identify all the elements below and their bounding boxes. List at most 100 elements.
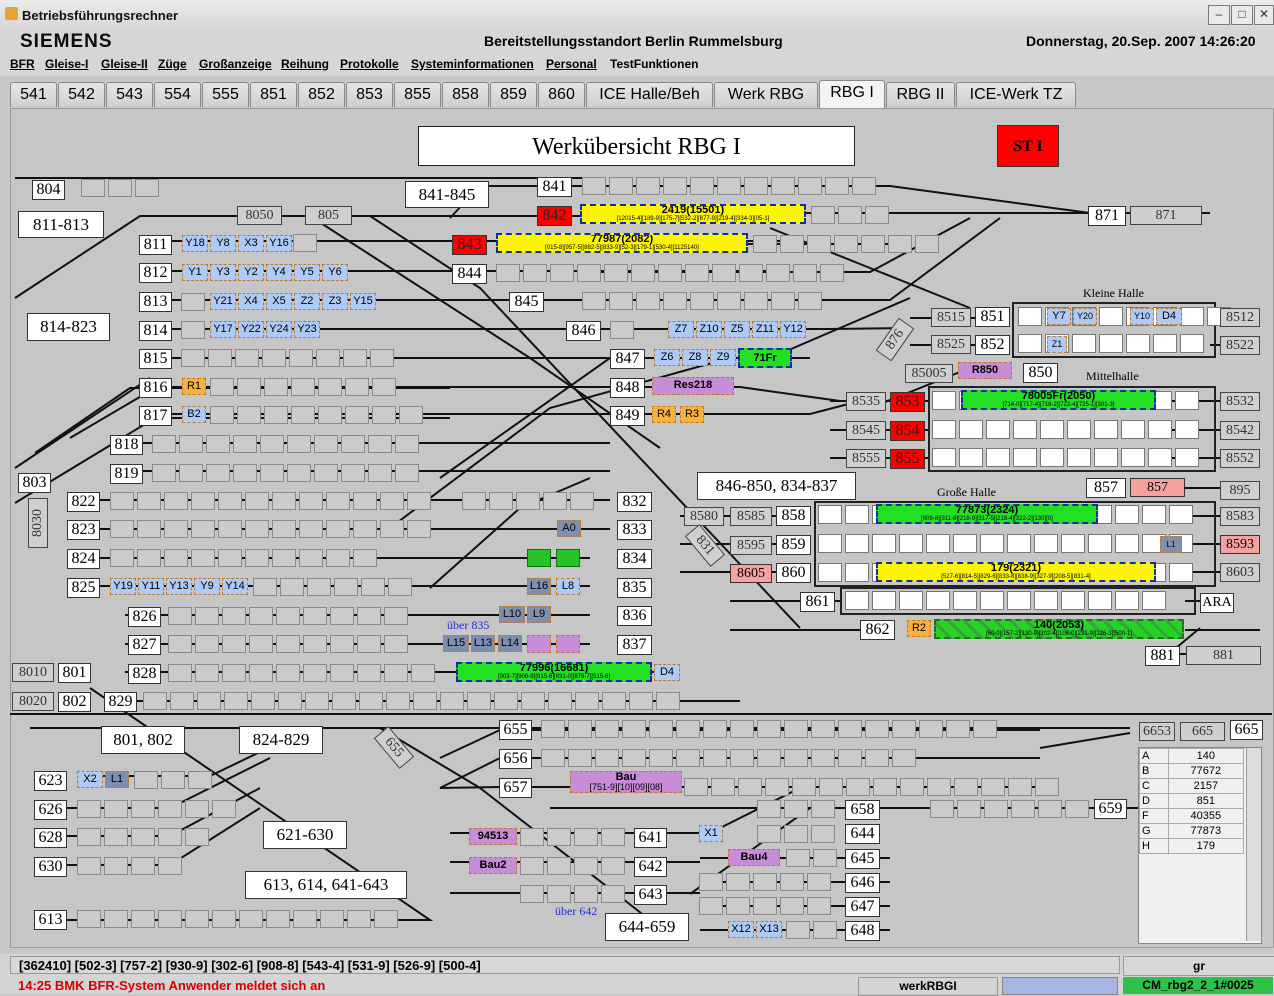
track-819[interactable]: 819 — [110, 464, 143, 484]
track-656[interactable]: 656 — [499, 749, 532, 769]
track-811[interactable]: 811 — [139, 235, 172, 255]
track-861[interactable]: 861 — [800, 592, 835, 612]
vehicle-y5[interactable]: Y5 — [294, 264, 320, 281]
track-643[interactable]: 643 — [634, 885, 667, 905]
vehicle-b2[interactable]: B2 — [182, 406, 206, 423]
vehicle-y16[interactable]: Y16 — [266, 235, 292, 252]
legend-row[interactable]: B 77672 — [1139, 763, 1245, 779]
vehicle-y20[interactable]: Y20 — [1073, 308, 1097, 325]
tab-542[interactable]: 542 — [58, 82, 105, 107]
signal-8552[interactable]: 8552 — [1220, 449, 1260, 468]
tab-rbg-2[interactable]: RBG II — [886, 82, 955, 107]
signal-8020[interactable]: 8020 — [12, 692, 54, 711]
track-648[interactable]: 648 — [845, 921, 880, 941]
track-835[interactable]: 835 — [617, 578, 652, 598]
group-846-850[interactable]: 846-850, 834-837 — [697, 472, 856, 500]
tab-860[interactable]: 860 — [538, 82, 585, 107]
vehicle-r1[interactable]: R1 — [182, 378, 206, 395]
track-849[interactable]: 849 — [610, 406, 645, 426]
track-804[interactable]: 804 — [32, 180, 65, 200]
menu-gleise-1[interactable]: Gleise-I — [45, 57, 88, 71]
signal-8535[interactable]: 8535 — [846, 392, 886, 411]
track-853[interactable]: 853 — [890, 392, 925, 412]
track-859[interactable]: 859 — [776, 535, 811, 555]
signal-8050[interactable]: 8050 — [237, 206, 282, 225]
track-645[interactable]: 645 — [845, 849, 880, 869]
vehicle-x12[interactable]: X12 — [728, 921, 754, 938]
vehicle-l13[interactable]: L13 — [471, 635, 495, 652]
vehicle-y3[interactable]: Y3 — [210, 264, 236, 281]
vehicle-z8[interactable]: Z8 — [682, 349, 708, 366]
vehicle-z11[interactable]: Z11 — [752, 321, 778, 338]
vehicle-d4[interactable]: D4 — [654, 664, 680, 681]
tab-ice-werk-tz[interactable]: ICE-Werk TZ — [956, 82, 1076, 107]
close-button[interactable]: ✕ — [1254, 5, 1274, 25]
signal-8030[interactable]: 8030 — [28, 498, 48, 548]
signal-8512[interactable]: 8512 — [1220, 308, 1260, 327]
track-847[interactable]: 847 — [610, 349, 645, 369]
vehicle-r2[interactable]: R2 — [907, 620, 931, 637]
vehicle-y15[interactable]: Y15 — [350, 293, 376, 310]
tab-858[interactable]: 858 — [442, 82, 489, 107]
signal-665[interactable]: 665 — [1180, 722, 1225, 741]
track-815[interactable]: 815 — [139, 349, 172, 369]
track-845[interactable]: 845 — [509, 292, 544, 312]
vehicle-x4[interactable]: X4 — [238, 293, 264, 310]
track-813[interactable]: 813 — [139, 292, 172, 312]
menu-grossanzeige[interactable]: Großanzeige — [199, 57, 272, 71]
track-623[interactable]: 623 — [34, 771, 67, 791]
vehicle-green-2[interactable] — [556, 549, 580, 567]
train-71fr[interactable]: 71Fr — [738, 348, 792, 368]
tab-541[interactable]: 541 — [10, 82, 57, 107]
signal-8595[interactable]: 8595 — [730, 536, 772, 555]
track-613[interactable]: 613 — [34, 910, 67, 930]
tab-855[interactable]: 855 — [394, 82, 441, 107]
track-824[interactable]: 824 — [67, 549, 100, 569]
train-77987[interactable]: 77987(2082) [015-8][957-5][882-5][833-9][… — [496, 233, 748, 253]
track-826[interactable]: 826 — [128, 607, 161, 627]
track-817[interactable]: 817 — [139, 406, 172, 426]
track-802[interactable]: 802 — [58, 692, 91, 712]
vehicle-z3[interactable]: Z3 — [322, 293, 348, 310]
track-665[interactable]: 665 — [1230, 720, 1263, 740]
legend-row[interactable]: A 140 — [1139, 748, 1245, 764]
track-658[interactable]: 658 — [845, 800, 880, 820]
vehicle-z9[interactable]: Z9 — [710, 349, 736, 366]
tab-543[interactable]: 543 — [106, 82, 153, 107]
menu-gleise-2[interactable]: Gleise-II — [101, 57, 148, 71]
vehicle-r3[interactable]: R3 — [680, 406, 704, 423]
vehicle-y10[interactable]: Y10 — [1130, 308, 1154, 325]
vehicle-bau[interactable]: Bau [751-9][10][09][08] — [570, 771, 682, 793]
vehicle-z6[interactable]: Z6 — [654, 349, 680, 366]
track-822[interactable]: 822 — [67, 492, 100, 512]
signal-8555[interactable]: 8555 — [846, 449, 886, 468]
vehicle-y22[interactable]: Y22 — [238, 321, 264, 338]
vehicle-y6[interactable]: Y6 — [322, 264, 348, 281]
track-837[interactable]: 837 — [617, 635, 652, 655]
legend-row[interactable]: H 179 — [1139, 838, 1245, 854]
train-77873[interactable]: 77873(2324) [609-8][311-8][218-9][317-5][… — [876, 504, 1098, 524]
maximize-button[interactable]: □ — [1231, 5, 1253, 25]
train-179[interactable]: 179(2321) [527-6][814-5][829-6][833-8][83… — [876, 562, 1156, 582]
signal-8580[interactable]: 8580 — [684, 507, 724, 526]
tab-ice-halle[interactable]: ICE Halle/Beh — [586, 82, 713, 107]
vehicle-y14[interactable]: Y14 — [222, 578, 248, 595]
track-833[interactable]: 833 — [617, 520, 652, 540]
tab-rbg-1[interactable]: RBG I — [819, 80, 885, 108]
st-button[interactable]: ST I — [997, 125, 1059, 167]
vehicle-l16[interactable]: L16 — [527, 578, 551, 595]
group-801-802[interactable]: 801, 802 — [101, 726, 185, 754]
vehicle-bau2[interactable]: Bau2 — [469, 857, 517, 874]
signal-8522[interactable]: 8522 — [1220, 336, 1260, 355]
track-858[interactable]: 858 — [776, 506, 811, 526]
menu-reihung[interactable]: Reihung — [281, 57, 329, 71]
track-646[interactable]: 646 — [845, 873, 880, 893]
group-841-845[interactable]: 841-845 — [405, 181, 489, 208]
track-843[interactable]: 843 — [452, 235, 487, 255]
track-626[interactable]: 626 — [34, 800, 67, 820]
track-841[interactable]: 841 — [537, 177, 572, 197]
track-854[interactable]: 854 — [890, 421, 925, 441]
vehicle-violet-1[interactable] — [527, 635, 551, 653]
track-881[interactable]: 881 — [1145, 646, 1180, 666]
vehicle-y7[interactable]: Y7 — [1047, 308, 1071, 325]
